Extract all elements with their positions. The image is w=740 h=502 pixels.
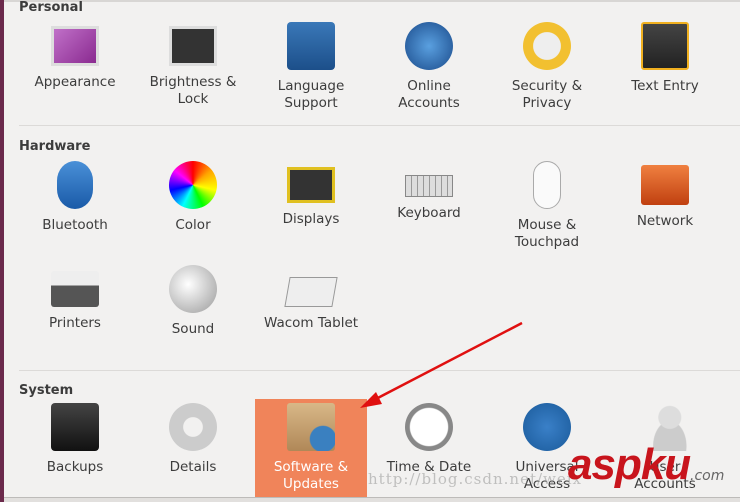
aspku-logo-suffix: .com — [690, 468, 725, 484]
watermark-url: http://blog.csdn.net/weix — [368, 470, 583, 488]
aspku-logo: aspku — [568, 440, 691, 489]
red-arrow — [360, 321, 523, 408]
